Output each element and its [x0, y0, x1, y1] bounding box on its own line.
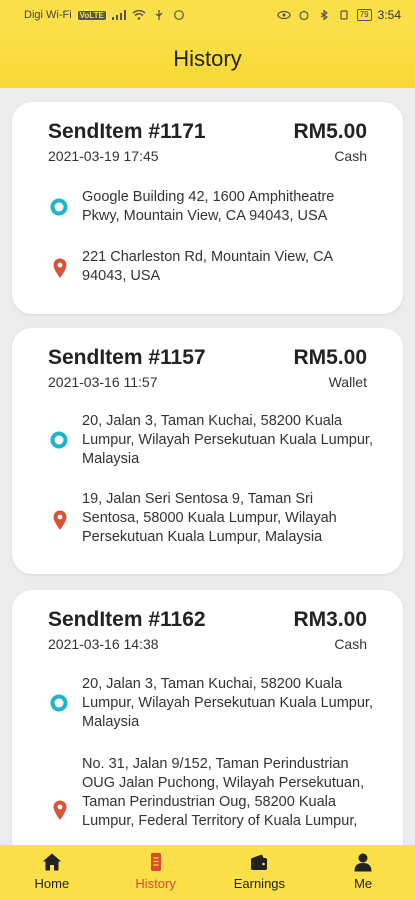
dropoff-address: 221 Charleston Rd, Mountain View, CA 940… [82, 249, 333, 284]
location-pin-icon [53, 800, 67, 820]
dropoff-address: No. 31, Jalan 9/152, Taman Perindustrian… [82, 756, 365, 829]
order-date: 2021-03-16 14:38 [48, 636, 159, 652]
wallet-icon [251, 854, 268, 870]
order-card[interactable]: SendItem #1162 2021-03-16 14:38 RM3.00 C… [12, 590, 403, 845]
eye-icon [277, 10, 291, 20]
vibrate-icon [340, 10, 348, 20]
order-id: SendItem #1162 [48, 608, 206, 631]
status-bar: Digi Wi-Fi VoLTE 79 3:54 [0, 0, 415, 30]
pickup-address: 20, Jalan 3, Taman Kuchai, 58200 Kuala L… [82, 413, 373, 467]
home-icon [42, 853, 62, 871]
order-card[interactable]: SendItem #1171 2021-03-19 17:45 RM5.00 C… [12, 102, 403, 314]
wifi-icon [132, 10, 146, 20]
person-icon [354, 853, 372, 872]
order-id: SendItem #1157 [48, 346, 206, 369]
app-bar: History [0, 30, 415, 88]
alarm-icon [299, 10, 309, 20]
pickup-circle-icon [50, 431, 68, 449]
nav-history[interactable]: History [106, 845, 206, 891]
nav-history-label: History [135, 876, 176, 891]
order-date: 2021-03-19 17:45 [48, 148, 159, 164]
payment-method: Wallet [328, 374, 367, 390]
whatsapp-icon [173, 10, 184, 20]
carrier-label: Digi Wi-Fi [24, 9, 72, 21]
nav-earnings-label: Earnings [233, 876, 286, 891]
location-pin-icon [53, 510, 67, 530]
clock: 3:54 [377, 8, 401, 22]
pickup-address: 20, Jalan 3, Taman Kuchai, 58200 Kuala L… [82, 676, 373, 730]
order-price: RM5.00 [293, 120, 367, 143]
pickup-circle-icon [50, 198, 68, 216]
battery-icon: 79 [356, 9, 372, 21]
location-pin-icon [53, 258, 67, 278]
bottom-nav: Home History Earnings Me [0, 845, 415, 900]
pickup-circle-icon [50, 694, 68, 712]
dropoff-address: 19, Jalan Seri Sentosa 9, Taman Sri Sent… [82, 491, 337, 545]
order-price: RM3.00 [293, 608, 367, 631]
payment-method: Cash [334, 148, 367, 164]
usb-icon [155, 10, 163, 20]
nav-me-label: Me [354, 876, 373, 891]
volte-badge: VoLTE [77, 10, 106, 20]
history-icon [150, 853, 161, 871]
order-date: 2021-03-16 11:57 [48, 374, 158, 390]
order-card[interactable]: SendItem #1157 2021-03-16 11:57 RM5.00 W… [12, 328, 403, 574]
nav-me[interactable]: Me [313, 845, 413, 891]
nav-home[interactable]: Home [2, 845, 102, 891]
page-title: History [173, 46, 242, 71]
bluetooth-icon [320, 10, 328, 20]
history-list[interactable]: SendItem #1171 2021-03-19 17:45 RM5.00 C… [0, 88, 415, 845]
order-price: RM5.00 [293, 346, 367, 369]
payment-method: Cash [334, 636, 367, 652]
pickup-address: Google Building 42, 1600 Amphitheatre Pk… [82, 189, 335, 224]
nav-home-label: Home [34, 876, 70, 891]
nav-earnings[interactable]: Earnings [209, 845, 309, 891]
signal-icon [111, 10, 126, 20]
order-id: SendItem #1171 [48, 120, 206, 143]
